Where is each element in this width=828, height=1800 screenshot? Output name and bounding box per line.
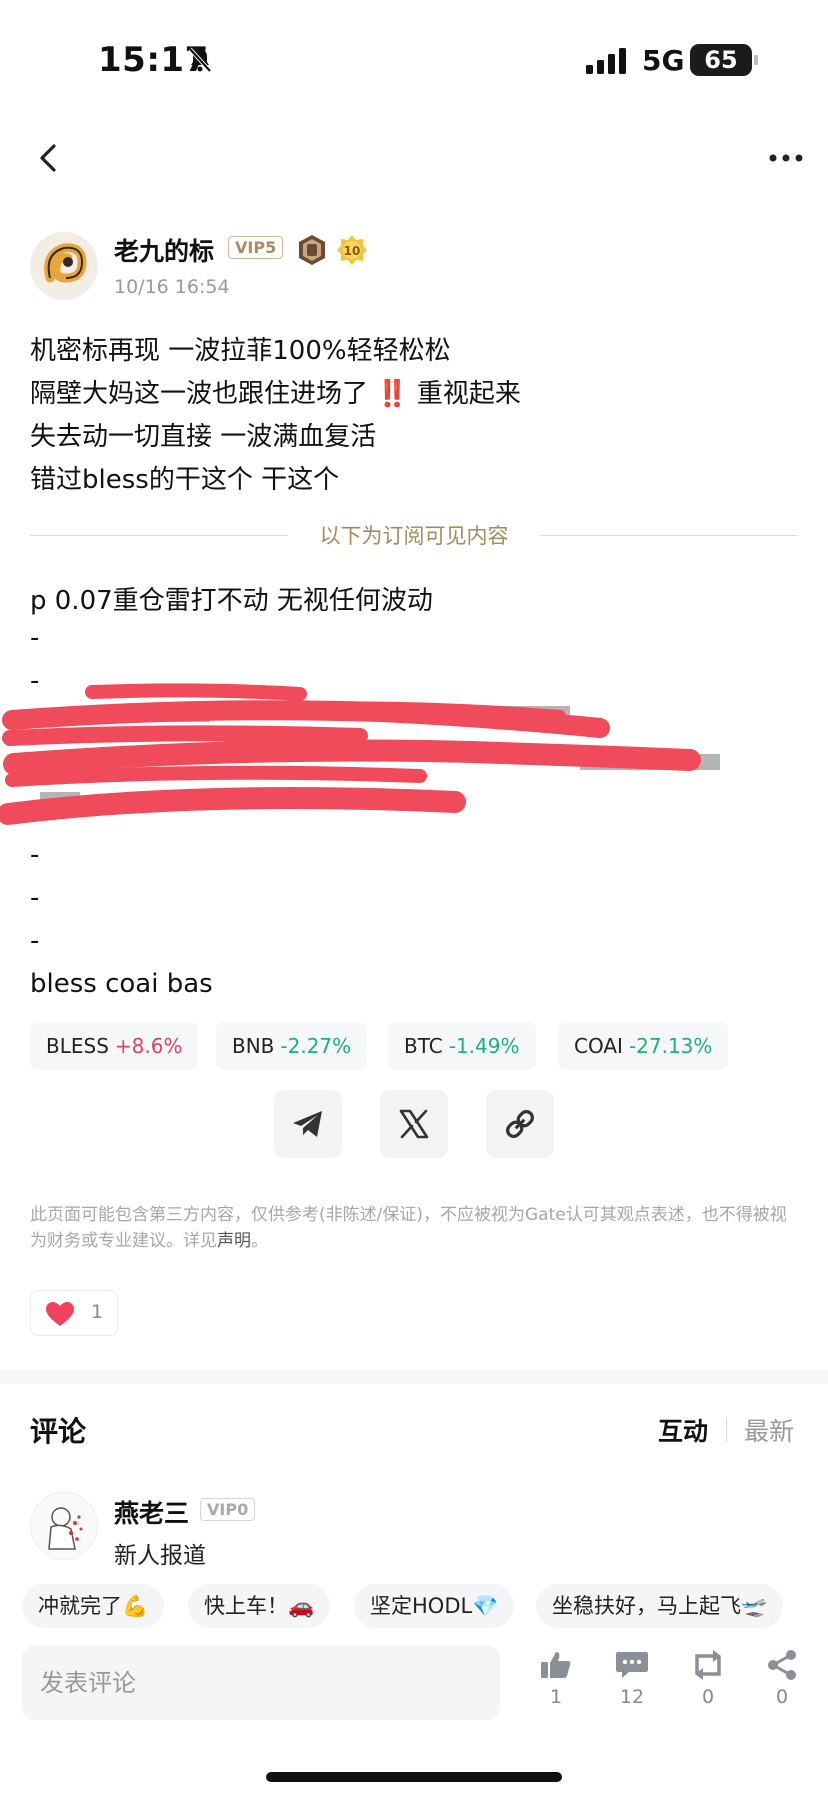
thumbs-up-button[interactable]: 1 [528,1650,584,1708]
share-x-button[interactable] [380,1090,448,1158]
tab-separator [726,1418,727,1442]
tab-interactive[interactable]: 互动 [658,1412,708,1448]
post-time: 10/16 16:54 [114,276,230,298]
thumbs-up-icon [541,1652,571,1678]
post-line: 隔壁大妈这一波也跟住进场了 ‼️ 重视起来 [30,373,521,410]
ticker-bnb[interactable]: BNB -2.27% [216,1022,368,1070]
x-icon [399,1109,429,1139]
author-name[interactable]: 老九的标 [114,232,214,268]
level-badge-number: 10 [344,244,361,258]
author-avatar[interactable] [30,232,98,300]
quick-reply-chip[interactable]: 冲就完了💪 [22,1584,165,1628]
ticker-symbol: COAI [574,1034,623,1058]
more-icon[interactable] [768,146,804,170]
disclaimer-link[interactable]: 声明 [217,1231,251,1251]
tab-latest[interactable]: 最新 [744,1412,794,1448]
sub-line: - [30,623,40,653]
battery-level: 65 [690,44,758,76]
ticker-symbol: BLESS [46,1034,109,1058]
telegram-icon [293,1111,322,1137]
ticker-symbol: BTC [404,1034,443,1058]
commenter-name[interactable]: 燕老三 [114,1494,189,1530]
signal-icon [586,48,626,74]
thumbs-up-count: 1 [549,1686,563,1708]
like-button[interactable]: 1 [30,1290,118,1336]
heart-icon [46,1302,74,1326]
sub-line: - [30,883,40,913]
repost-icon [695,1650,721,1680]
share-button[interactable]: 0 [754,1650,810,1708]
ticker-change: +8.6% [114,1034,183,1058]
post-line-text: 隔壁大妈这一波也跟住进场了 [30,379,369,409]
rank-badge-icon [299,235,325,265]
subscriber-divider: 以下为订阅可见内容 [30,520,798,550]
commenter-vip-badge: VIP0 [200,1498,256,1521]
author-vip-badge: VIP5 [228,236,284,259]
ticker-change: -2.27% [280,1034,352,1058]
sub-line: - [30,926,40,956]
comment-button[interactable]: 12 [604,1650,660,1708]
divider-line [540,535,798,536]
ticker-coai[interactable]: COAI -27.13% [558,1022,729,1070]
ticker-btc[interactable]: BTC -1.49% [388,1022,536,1070]
quick-reply-chip[interactable]: 坚定HODL💎 [354,1584,515,1628]
section-separator [0,1370,828,1384]
post-line: 错过bless的干这个 干这个 [30,465,340,495]
repost-count: 0 [701,1686,715,1708]
level-badge-icon: 10 [337,235,367,265]
disclaimer-text: 此页面可能包含第三方内容，仅供参考(非陈述/保证)，不应被视为Gate认可其观点… [30,1205,787,1251]
redaction-scribble [0,683,720,825]
sub-line: - [30,840,40,870]
status-bar: 15:17 5G 65 [0,0,828,120]
ticker-change: -1.49% [448,1034,520,1058]
quick-reply-chip[interactable]: 坐稳扶好，马上起飞🛫 [536,1584,784,1628]
disclaimer: 此页面可能包含第三方内容，仅供参考(非陈述/保证)，不应被视为Gate认可其观点… [30,1202,790,1254]
home-indicator[interactable] [266,1772,562,1782]
back-arrow-icon[interactable] [34,140,64,176]
comment-text: 新人报道 [114,1543,206,1569]
share-link-button[interactable] [486,1090,554,1158]
ticker-symbol: BNB [232,1034,275,1058]
share-telegram-button[interactable] [274,1090,342,1158]
sub-line: p 0.07重仓雷打不动 无视任何波动 [30,586,433,616]
post-line: 机密标再现 一波拉菲100%轻轻松松 [30,336,451,366]
ticker-bless[interactable]: BLESS +8.6% [30,1022,199,1070]
post-line-text: 重视起来 [416,379,521,409]
comment-bubble-icon [616,1652,648,1678]
double-exclamation-icon: ‼️ [376,379,409,409]
share-count: 0 [775,1686,789,1708]
sketch-avatar-icon [48,1507,83,1550]
post-line: 失去动一切直接 一波满血复活 [30,422,377,452]
link-icon [506,1110,534,1138]
comments-title: 评论 [30,1415,87,1448]
comment-input[interactable]: 发表评论 [22,1646,500,1720]
sub-line: bless coai bas [30,969,213,999]
network-type: 5G [642,44,685,77]
like-count: 1 [91,1301,104,1323]
nine-logo-icon [30,232,98,300]
quick-reply-chip[interactable]: 快上车！🚗 [188,1584,331,1628]
comment-count: 12 [619,1686,645,1708]
share-icon [768,1650,796,1680]
repost-button[interactable]: 0 [680,1650,736,1708]
commenter-avatar[interactable] [30,1492,98,1560]
bell-muted-icon [188,47,212,73]
ticker-change: -27.13% [628,1034,713,1058]
disclaimer-end: 。 [251,1231,268,1251]
